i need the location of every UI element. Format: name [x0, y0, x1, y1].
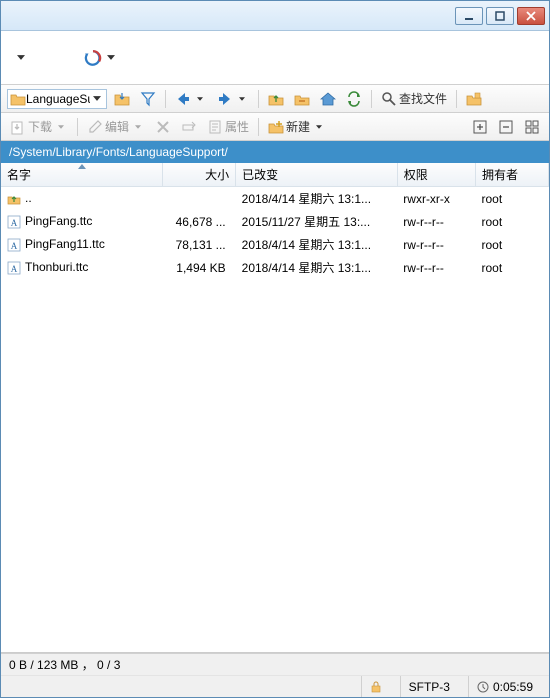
- app-window: LanguageSup: [0, 0, 550, 698]
- svg-text:A: A: [11, 218, 18, 228]
- protocol-cell: SFTP-3: [400, 676, 458, 697]
- time-cell: 0:05:59: [468, 676, 541, 697]
- forward-button[interactable]: [214, 89, 252, 109]
- close-button[interactable]: [517, 7, 545, 25]
- selection-status: 0 B / 123 MB ， 0 / 3: [9, 656, 120, 673]
- file-changed: 2018/4/14 星期六 13:1...: [236, 233, 398, 256]
- upper-toolbar: [1, 31, 549, 85]
- bookmark-button[interactable]: [463, 89, 485, 109]
- back-button[interactable]: [172, 89, 210, 109]
- table-row[interactable]: A Thonburi.ttc 1,494 KB2018/4/14 星期六 13:1.…: [1, 256, 549, 279]
- address-text: LanguageSup: [26, 92, 90, 106]
- edit-button[interactable]: 编辑: [84, 116, 148, 137]
- file-name: Thonburi.ttc: [25, 260, 88, 274]
- svg-text:A: A: [11, 264, 18, 274]
- col-header-perm[interactable]: 权限: [397, 163, 475, 187]
- session-dropdown[interactable]: [11, 49, 31, 67]
- status-bar: 0 B / 123 MB ， 0 / 3: [1, 653, 549, 675]
- filter-button[interactable]: [137, 89, 159, 109]
- rename-button[interactable]: [178, 117, 200, 137]
- file-changed: 2018/4/14 星期六 13:1...: [236, 256, 398, 279]
- file-name: ..: [25, 191, 32, 205]
- col-header-changed[interactable]: 已改变: [236, 163, 398, 187]
- root-dir-button[interactable]: [291, 89, 313, 109]
- expand-button[interactable]: [469, 117, 491, 137]
- view-button[interactable]: [521, 117, 543, 137]
- file-name: PingFang.ttc: [25, 214, 92, 228]
- file-changed: 2018/4/14 星期六 13:1...: [236, 187, 398, 211]
- properties-label: 属性: [225, 118, 249, 135]
- file-owner: root: [475, 256, 548, 279]
- file-name: PingFang11.ttc: [25, 237, 105, 251]
- secondary-toolbar: 下载 编辑 属性 新建: [1, 113, 549, 141]
- download-label: 下载: [28, 118, 52, 135]
- home-button[interactable]: [317, 89, 339, 109]
- col-header-owner[interactable]: 拥有者: [475, 163, 548, 187]
- file-owner: root: [475, 210, 548, 233]
- lock-icon: [370, 681, 382, 693]
- path-bar[interactable]: /System/Library/Fonts/LanguageSupport/: [1, 141, 549, 163]
- file-size: 1,494 KB: [163, 256, 236, 279]
- titlebar: [1, 1, 549, 31]
- main-toolbar: LanguageSup: [1, 85, 549, 113]
- file-size: [163, 187, 236, 211]
- open-dir-button[interactable]: [111, 89, 133, 109]
- parent-dir-button[interactable]: [265, 89, 287, 109]
- edit-label: 编辑: [105, 118, 129, 135]
- file-list: 名字 大小 已改变 权限 拥有者 .. 2018/4/14 星期六 13:1...…: [1, 163, 549, 653]
- refresh-button[interactable]: [81, 47, 121, 69]
- file-perm: rw-r--r--: [397, 233, 475, 256]
- maximize-button[interactable]: [486, 7, 514, 25]
- download-button[interactable]: 下载: [7, 116, 71, 137]
- chevron-down-icon: [90, 92, 104, 106]
- table-row[interactable]: .. 2018/4/14 星期六 13:1...rwxr-xr-xroot: [1, 187, 549, 211]
- file-size: 46,678 ...: [163, 210, 236, 233]
- time-text: 0:05:59: [493, 680, 533, 694]
- file-changed: 2015/11/27 星期五 13:...: [236, 210, 398, 233]
- status-bar-2: SFTP-3 0:05:59: [1, 675, 549, 697]
- find-button[interactable]: 查找文件: [378, 88, 450, 109]
- delete-button[interactable]: [152, 117, 174, 137]
- collapse-button[interactable]: [495, 117, 517, 137]
- sync-button[interactable]: [343, 89, 365, 109]
- file-owner: root: [475, 187, 548, 211]
- find-label: 查找文件: [399, 90, 447, 107]
- table-row[interactable]: A PingFang.ttc 46,678 ...2015/11/27 星期五 13…: [1, 210, 549, 233]
- svg-text:A: A: [11, 241, 18, 251]
- col-header-name[interactable]: 名字: [1, 163, 163, 187]
- minimize-button[interactable]: [455, 7, 483, 25]
- file-perm: rw-r--r--: [397, 210, 475, 233]
- new-label: 新建: [286, 118, 310, 135]
- file-perm: rwxr-xr-x: [397, 187, 475, 211]
- new-button[interactable]: 新建: [265, 116, 329, 137]
- table-header-row: 名字 大小 已改变 权限 拥有者: [1, 163, 549, 187]
- address-combo[interactable]: LanguageSup: [7, 89, 107, 109]
- table-row[interactable]: A PingFang11.ttc 78,131 ...2018/4/14 星期六 1…: [1, 233, 549, 256]
- col-header-size[interactable]: 大小: [163, 163, 236, 187]
- file-perm: rw-r--r--: [397, 256, 475, 279]
- properties-button[interactable]: 属性: [204, 116, 252, 137]
- path-text: /System/Library/Fonts/LanguageSupport/: [9, 145, 228, 159]
- file-owner: root: [475, 233, 548, 256]
- clock-icon: [477, 681, 489, 693]
- file-size: 78,131 ...: [163, 233, 236, 256]
- protocol-text: SFTP-3: [409, 680, 450, 694]
- lock-indicator: [361, 676, 390, 697]
